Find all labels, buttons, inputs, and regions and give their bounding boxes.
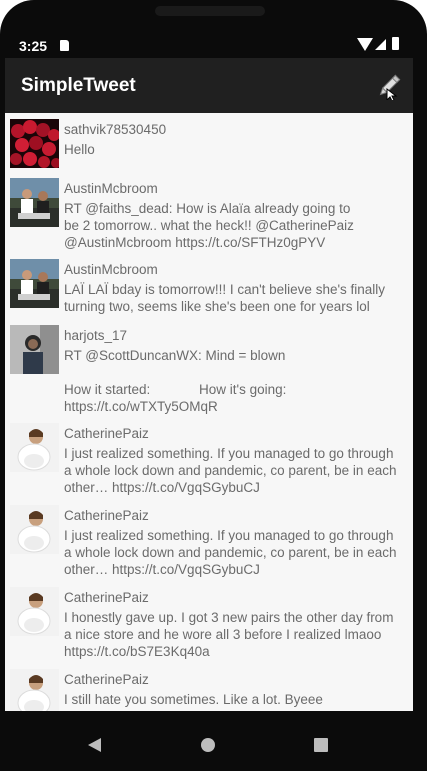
home-icon[interactable]	[201, 738, 215, 752]
app-toolbar: SimpleTweet	[5, 58, 413, 113]
tweet-text: I still hate you sometimes. Like a lot. …	[64, 692, 323, 707]
speaker	[155, 6, 265, 16]
tweet-text: I honestly gave up. I got 3 new pairs th…	[64, 610, 394, 659]
tweet-username: CatherinePaiz	[64, 508, 149, 523]
avatar[interactable]	[10, 587, 59, 636]
tweet-text: I just realized something. If you manage…	[64, 528, 397, 577]
avatar[interactable]	[10, 259, 59, 308]
tweet-username: sathvik78530450	[64, 122, 167, 137]
status-time: 3:25	[19, 38, 48, 54]
tweet-list[interactable]: sathvik78530450 Hello AustinMcbroom RT @…	[5, 113, 413, 711]
tweet-text: RT @ScottDuncanWX: Mind = blown How it s…	[64, 348, 287, 414]
pencil-icon	[379, 74, 401, 102]
avatar[interactable]	[10, 423, 59, 472]
status-bar: 3:25	[5, 34, 413, 58]
tweet-text: Hello	[64, 142, 95, 157]
tweet-username: CatherinePaiz	[64, 426, 149, 441]
app-title: SimpleTweet	[21, 75, 136, 96]
compose-button[interactable]	[375, 72, 403, 102]
tweet-username: harjots_17	[64, 328, 128, 343]
avatar[interactable]	[10, 119, 59, 168]
tweet-username: AustinMcbroom	[64, 262, 158, 277]
wifi-icon	[357, 38, 373, 51]
recent-apps-icon[interactable]	[314, 738, 328, 752]
tweet-text: RT @faiths_dead: How is Alaïa already go…	[64, 201, 354, 250]
tweet-username: AustinMcbroom	[64, 181, 158, 196]
battery-icon	[392, 37, 399, 50]
avatar[interactable]	[10, 178, 59, 227]
tweet-text: LAÏ LAÏ bday is tomorrow!!! I can't beli…	[64, 282, 386, 314]
sd-card-icon	[60, 40, 69, 51]
phone-frame: 3:25 SimpleTweet sathvik78530450 Hello A…	[0, 0, 427, 771]
tweet-username: CatherinePaiz	[64, 590, 149, 605]
back-icon[interactable]	[88, 738, 101, 752]
avatar[interactable]	[10, 669, 59, 711]
signal-icon	[375, 39, 386, 50]
avatar[interactable]	[10, 325, 59, 374]
navigation-bar	[0, 711, 427, 771]
avatar[interactable]	[10, 505, 59, 554]
tweet-username: CatherinePaiz	[64, 672, 149, 687]
tweet-text: I just realized something. If you manage…	[64, 446, 397, 495]
